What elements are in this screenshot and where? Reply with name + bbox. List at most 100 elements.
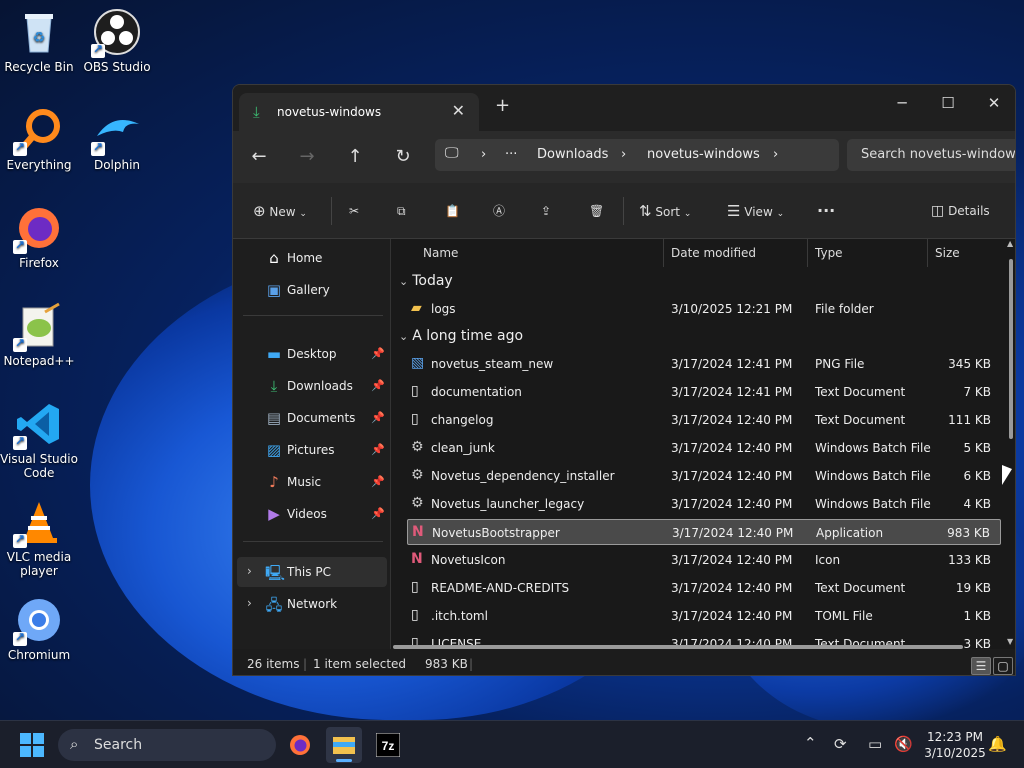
pin-icon[interactable]: 📌: [371, 411, 385, 424]
tiles-view-icon[interactable]: ▢: [993, 657, 1013, 675]
desktop-icon-obs[interactable]: OBS Studio: [78, 8, 156, 74]
sidebar-item-music[interactable]: ♪ Music 📌: [233, 467, 391, 497]
forward-button[interactable]: →: [293, 143, 321, 171]
pin-icon[interactable]: 📌: [371, 475, 385, 488]
cut-icon[interactable]: ✂: [349, 201, 359, 221]
obs-icon: [91, 8, 141, 58]
network-tray-icon[interactable]: ▭: [868, 735, 882, 753]
file-type: Icon: [815, 553, 841, 567]
desktop-icon-firefox[interactable]: Firefox: [0, 204, 78, 270]
sidebar-item-pictures[interactable]: ▨ Pictures 📌: [233, 435, 391, 465]
desktop-icon-dolphin[interactable]: Dolphin: [78, 106, 156, 172]
table-row[interactable]: ▯ README-AND-CREDITS 3/17/2024 12:40 PM …: [407, 575, 1001, 601]
scroll-up-icon[interactable]: ▲: [1007, 239, 1013, 248]
sidebar-item-videos[interactable]: ▶ Videos 📌: [233, 499, 391, 529]
chevron-right-icon[interactable]: ›: [247, 564, 252, 578]
taskbar-firefox[interactable]: [282, 727, 318, 763]
sidebar-item-this-pc[interactable]: › 🖳 This PC: [237, 557, 387, 587]
table-row[interactable]: ▯ changelog 3/17/2024 12:40 PM Text Docu…: [407, 407, 1001, 433]
up-button[interactable]: ↑: [341, 143, 369, 171]
start-button[interactable]: [20, 733, 44, 757]
chevron-right-icon[interactable]: ›: [247, 596, 252, 610]
view-button[interactable]: ☰ View ⌄: [727, 201, 784, 221]
notification-bell-icon[interactable]: 🔔: [988, 735, 1007, 753]
desktop-icon-recycle-bin[interactable]: ♻ Recycle Bin: [0, 8, 78, 74]
column-header-name[interactable]: Name: [423, 246, 458, 260]
monitor-icon[interactable]: 🖵: [445, 145, 459, 161]
desktop-icon-notepadpp[interactable]: Notepad++: [0, 302, 78, 368]
column-resize-handle[interactable]: [927, 239, 928, 267]
desktop-icon-chromium[interactable]: Chromium: [0, 596, 78, 662]
close-tab-icon[interactable]: ✕: [452, 101, 465, 120]
desktop-icon-vscode[interactable]: Visual Studio Code: [0, 400, 78, 480]
pin-icon[interactable]: 📌: [371, 379, 385, 392]
file-list: Name Date modified Type Size ⌄ Today ▰ lo…: [391, 239, 1015, 649]
sidebar-item-network[interactable]: › 🖧 Network: [233, 589, 391, 619]
delete-icon[interactable]: 🗑: [589, 201, 604, 221]
taskbar-7zip[interactable]: 7z: [370, 727, 406, 763]
taskbar-file-explorer[interactable]: [326, 727, 362, 763]
breadcrumb[interactable]: 🖵 › ··· Downloads › novetus-windows ›: [435, 139, 839, 171]
column-header-type[interactable]: Type: [815, 246, 843, 260]
clock[interactable]: 12:23 PM 3/10/2025: [920, 729, 990, 761]
column-resize-handle[interactable]: [663, 239, 664, 267]
table-row[interactable]: ⚙ Novetus_dependency_installer 3/17/2024…: [407, 463, 1001, 489]
pin-icon[interactable]: 📌: [371, 507, 385, 520]
details-button[interactable]: ◫ Details: [931, 201, 990, 221]
group-header-today[interactable]: ⌄ Today: [399, 273, 453, 289]
close-window-button[interactable]: ✕: [971, 89, 1015, 117]
table-row[interactable]: ▧ novetus_steam_new 3/17/2024 12:41 PM P…: [407, 351, 1001, 377]
search-box[interactable]: Search novetus-windows: [847, 139, 1015, 171]
pin-icon[interactable]: 📌: [371, 347, 385, 360]
sidebar-item-downloads[interactable]: ⤓ Downloads 📌: [233, 371, 391, 401]
scrollbar-thumb[interactable]: [1009, 259, 1013, 439]
tab-novetus-windows[interactable]: ⤓ novetus-windows ✕: [239, 93, 479, 131]
desktop-icon-vlc[interactable]: VLC media player: [0, 498, 78, 578]
table-row[interactable]: ▯ .itch.toml 3/17/2024 12:40 PM TOML Fil…: [407, 603, 1001, 629]
sidebar-item-documents[interactable]: ▤ Documents 📌: [233, 403, 391, 433]
sidebar-item-label: This PC: [287, 565, 331, 579]
volume-muted-icon[interactable]: 🔇: [894, 735, 913, 753]
scroll-down-icon[interactable]: ▼: [1007, 637, 1013, 646]
copy-icon[interactable]: ⧉: [397, 201, 406, 221]
table-row[interactable]: ⚙ Novetus_launcher_legacy 3/17/2024 12:4…: [407, 491, 1001, 517]
new-tab-button[interactable]: +: [495, 95, 510, 116]
chevron-down-icon: ⌄: [776, 209, 785, 219]
sidebar-item-desktop[interactable]: ▬ Desktop 📌: [233, 339, 391, 369]
group-header-older[interactable]: ⌄ A long time ago: [399, 328, 523, 344]
breadcrumb-downloads[interactable]: Downloads: [537, 147, 608, 162]
details-view-icon[interactable]: ☰: [971, 657, 991, 675]
horizontal-scrollbar[interactable]: [393, 645, 963, 649]
column-header-size[interactable]: Size: [935, 246, 960, 260]
pictures-icon: ▨: [266, 441, 282, 459]
rename-icon[interactable]: Ⓐ: [493, 201, 505, 221]
back-button[interactable]: ←: [245, 143, 273, 171]
minimize-button[interactable]: ─: [879, 89, 925, 117]
table-row-selected[interactable]: N NovetusBootstrapper 3/17/2024 12:40 PM…: [407, 519, 1001, 545]
new-button[interactable]: ⊕ New ⌄: [253, 201, 307, 221]
table-row[interactable]: ⚙ clean_junk 3/17/2024 12:40 PM Windows …: [407, 435, 1001, 461]
breadcrumb-novetus-windows[interactable]: novetus-windows: [647, 147, 760, 162]
taskbar-search[interactable]: ⌕ Search: [58, 729, 276, 761]
paste-icon[interactable]: 📋: [445, 201, 460, 221]
vertical-scrollbar[interactable]: ▲ ▼: [1006, 239, 1015, 649]
sync-icon[interactable]: ⟳: [834, 735, 847, 753]
table-row[interactable]: N NovetusIcon 3/17/2024 12:40 PM Icon 13…: [407, 547, 1001, 573]
pin-icon[interactable]: 📌: [371, 443, 385, 456]
column-header-date[interactable]: Date modified: [671, 246, 756, 260]
refresh-button[interactable]: ↻: [389, 143, 417, 171]
breadcrumb-more[interactable]: ···: [505, 147, 517, 162]
sidebar-item-gallery[interactable]: ▣ Gallery: [233, 275, 391, 305]
table-row[interactable]: ▰ logs 3/10/2025 12:21 PM File folder: [407, 296, 1001, 322]
column-resize-handle[interactable]: [807, 239, 808, 267]
more-options-button[interactable]: ···: [817, 201, 835, 221]
desktop-icon-everything[interactable]: Everything: [0, 106, 78, 172]
sort-button[interactable]: ⇅ Sort ⌄: [639, 201, 691, 221]
sidebar-item-home[interactable]: ⌂ Home: [233, 243, 391, 273]
table-row[interactable]: ▯ documentation 3/17/2024 12:41 PM Text …: [407, 379, 1001, 405]
show-hidden-icons-chevron[interactable]: ⌃: [804, 734, 817, 752]
share-icon[interactable]: ⇪: [541, 201, 551, 221]
file-name: NovetusIcon: [431, 553, 506, 567]
toml-file-icon: ▯: [411, 607, 419, 623]
maximize-button[interactable]: ☐: [925, 89, 971, 117]
